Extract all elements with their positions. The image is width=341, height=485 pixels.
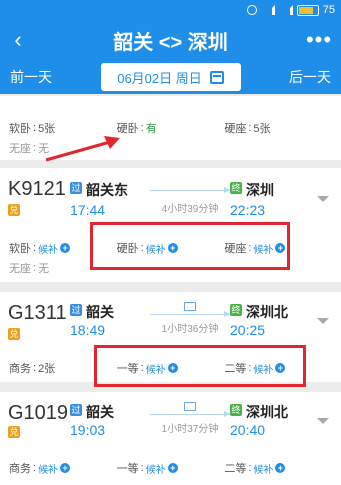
duration: 1小时36分钟 bbox=[161, 324, 219, 335]
plus-icon: + bbox=[275, 463, 286, 473]
route-arrow bbox=[150, 187, 230, 193]
battery-level: 75 bbox=[322, 4, 335, 16]
train-number: G1019 bbox=[8, 402, 69, 424]
calendar-icon bbox=[209, 70, 224, 84]
seat-first-class[interactable]: 一等: 候补 + bbox=[117, 460, 225, 476]
duration: 1小时37分钟 bbox=[161, 424, 219, 435]
from-station: 韶关 bbox=[86, 404, 114, 420]
terminal-tag: 终 bbox=[230, 404, 242, 416]
depart-time: 19:03 bbox=[70, 422, 106, 438]
route-arrow bbox=[150, 411, 230, 417]
train-number: G1311 bbox=[8, 302, 67, 324]
exchange-tag: 兑 bbox=[8, 328, 20, 340]
signal-icon bbox=[261, 5, 275, 15]
pass-tag: 过 bbox=[70, 182, 82, 194]
to-station: 深圳 bbox=[246, 182, 274, 198]
status-icons: 75 bbox=[246, 4, 335, 16]
seat-row: 商务: 候补 + 一等: 候补 + 二等: 候补 + bbox=[9, 460, 332, 476]
from-station: 韶关东 bbox=[86, 182, 128, 198]
id-card-icon bbox=[184, 302, 196, 311]
chevron-down-icon[interactable] bbox=[317, 318, 329, 324]
depart-time: 17:44 bbox=[70, 202, 106, 218]
highlight-box bbox=[90, 222, 290, 270]
exchange-tag: 兑 bbox=[8, 426, 20, 438]
arrive-time: 22:23 bbox=[230, 202, 266, 218]
plus-icon: + bbox=[60, 243, 71, 253]
chevron-down-icon[interactable] bbox=[317, 418, 329, 424]
chevron-down-icon[interactable] bbox=[317, 196, 329, 202]
next-day-button[interactable]: 后一天 bbox=[289, 67, 331, 87]
exchange-tag: 兑 bbox=[8, 204, 20, 216]
chevron-left-icon: ‹ bbox=[14, 27, 22, 52]
seat-hard-seat: 硬座: 5张 bbox=[224, 122, 271, 135]
status-time: 10:26 bbox=[6, 2, 42, 18]
plus-icon: + bbox=[60, 463, 71, 473]
seat-hard-sleeper: 硬卧: 有 bbox=[116, 122, 157, 135]
terminal-tag: 终 bbox=[230, 182, 242, 194]
id-card-icon bbox=[184, 402, 196, 411]
highlight-box bbox=[94, 345, 306, 387]
to-station: 深圳北 bbox=[246, 404, 288, 420]
seat-business[interactable]: 商务: 候补 + bbox=[9, 460, 117, 476]
signal-icon-2 bbox=[279, 5, 293, 15]
plus-icon: + bbox=[167, 463, 178, 473]
arrive-time: 20:25 bbox=[230, 322, 266, 338]
page-title: 韶关 <> 深圳 bbox=[113, 31, 228, 54]
pass-tag: 过 bbox=[70, 304, 82, 316]
status-bar: 10:26 75 bbox=[0, 0, 341, 20]
pass-tag: 过 bbox=[70, 404, 82, 416]
train-number: K9121 bbox=[8, 178, 66, 200]
terminal-tag: 终 bbox=[230, 304, 242, 316]
depart-time: 18:49 bbox=[70, 322, 106, 338]
duration: 4小时39分钟 bbox=[161, 204, 219, 215]
alarm-icon bbox=[246, 5, 257, 15]
prev-day-button[interactable]: 前一天 bbox=[10, 67, 52, 87]
date-picker[interactable]: 06月02日 周日 bbox=[100, 63, 241, 91]
arrive-time: 20:40 bbox=[230, 422, 266, 438]
more-button[interactable]: ••• bbox=[297, 27, 341, 53]
more-dots-icon: ••• bbox=[305, 27, 333, 52]
annotation-arrow bbox=[45, 136, 120, 162]
date-bar: 前一天 06月02日 周日 后一天 bbox=[0, 60, 341, 94]
route-arrow bbox=[150, 311, 230, 317]
battery-icon bbox=[296, 4, 319, 16]
top-nav-bar: ‹ 韶关 <> 深圳 ••• bbox=[0, 20, 341, 60]
back-button[interactable]: ‹ bbox=[0, 20, 36, 60]
train-card[interactable]: G1019 兑 过 韶关 19:03 1小时37分钟 终 深圳北 20:40 商… bbox=[0, 392, 341, 485]
to-station: 深圳北 bbox=[246, 304, 288, 320]
seat-second-class[interactable]: 二等: 候补 + bbox=[224, 460, 332, 476]
from-station: 韶关 bbox=[86, 304, 114, 320]
date-label: 06月02日 周日 bbox=[117, 70, 202, 86]
